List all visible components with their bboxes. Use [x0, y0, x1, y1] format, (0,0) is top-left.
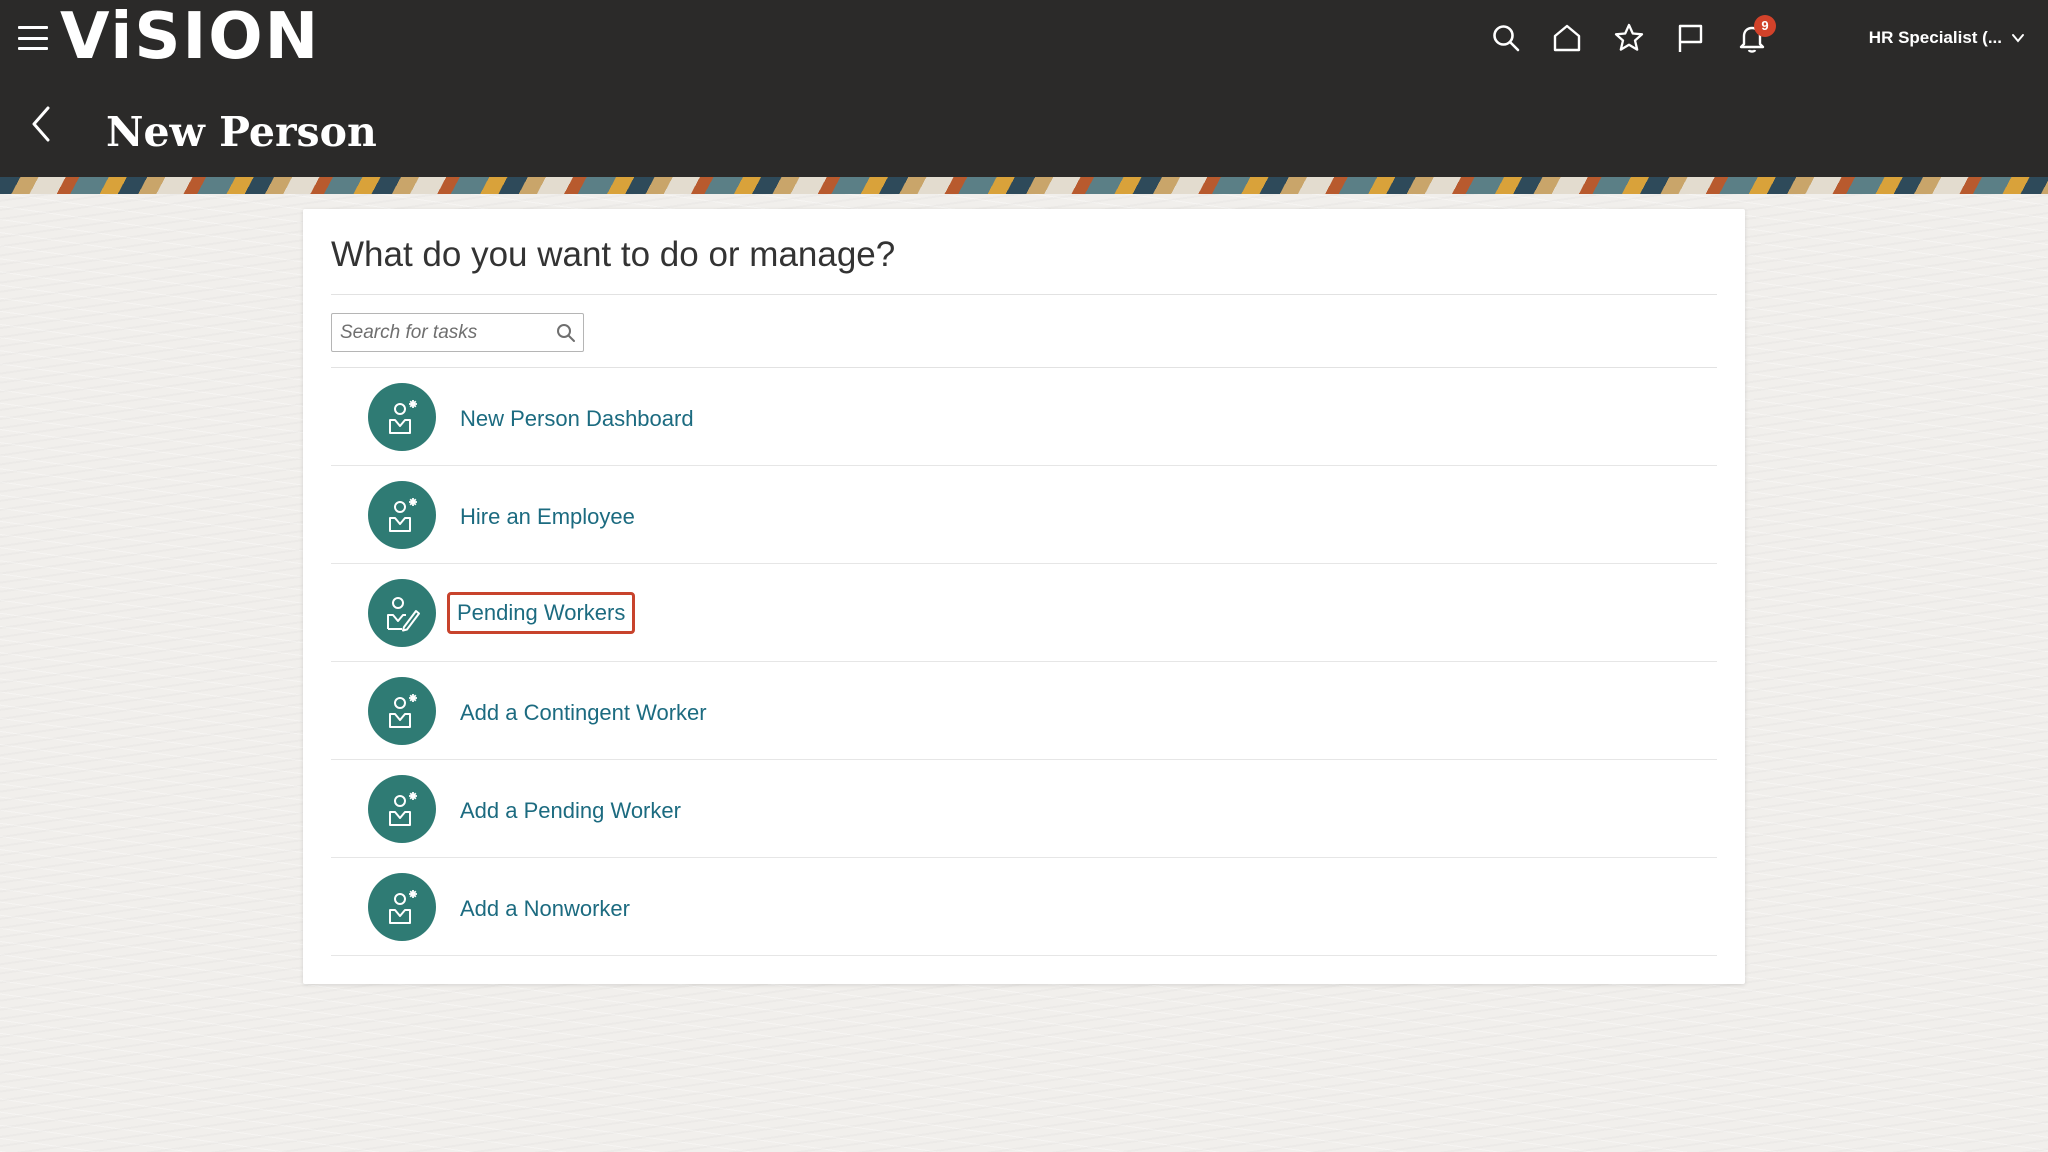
menu-icon[interactable] [18, 26, 48, 50]
task-search [331, 313, 584, 352]
decorative-banner [0, 177, 2048, 194]
task-add-nonworker[interactable]: Add a Nonworker [331, 858, 1717, 956]
person-add-icon [368, 481, 436, 549]
task-hire-an-employee[interactable]: Hire an Employee [331, 466, 1717, 564]
bell-icon[interactable]: 9 [1730, 15, 1776, 60]
task-label[interactable]: Add a Contingent Worker [450, 692, 717, 734]
person-add-icon [368, 873, 436, 941]
task-new-person-dashboard[interactable]: New Person Dashboard [331, 368, 1717, 466]
task-add-pending-worker[interactable]: Add a Pending Worker [331, 760, 1717, 858]
back-icon[interactable] [26, 102, 56, 146]
user-role-menu[interactable]: HR Specialist (... [1869, 22, 2026, 54]
search-input[interactable] [332, 314, 542, 351]
user-role-label: HR Specialist (... [1868, 28, 2002, 47]
search-icon[interactable] [555, 322, 577, 344]
person-add-icon [368, 775, 436, 843]
app-logo[interactable]: ViSION [60, 2, 320, 72]
task-label[interactable]: Add a Nonworker [450, 888, 640, 930]
divider [331, 294, 1717, 295]
chevron-down-icon [2012, 34, 2024, 43]
star-icon[interactable] [1607, 16, 1651, 60]
task-label[interactable]: New Person Dashboard [450, 398, 704, 440]
task-add-contingent-worker[interactable]: Add a Contingent Worker [331, 662, 1717, 760]
person-edit-icon [368, 579, 436, 647]
flag-icon[interactable] [1668, 16, 1712, 60]
page-title: New Person [106, 108, 377, 156]
global-header: ViSION 9 HR Specialist (... New Person [0, 0, 2048, 177]
task-pending-workers[interactable]: Pending Workers [331, 564, 1717, 662]
task-label[interactable]: Pending Workers [447, 592, 636, 634]
search-icon[interactable] [1484, 16, 1528, 60]
person-add-icon [368, 677, 436, 745]
task-list: New Person Dashboard Hire an Employee Pe… [331, 368, 1717, 956]
home-icon[interactable] [1545, 16, 1589, 60]
person-add-icon [368, 383, 436, 451]
notification-badge: 9 [1754, 15, 1776, 37]
panel-heading: What do you want to do or manage? [331, 235, 896, 274]
task-label[interactable]: Add a Pending Worker [450, 790, 691, 832]
task-label[interactable]: Hire an Employee [450, 496, 645, 538]
task-panel: What do you want to do or manage? New Pe… [303, 209, 1745, 984]
